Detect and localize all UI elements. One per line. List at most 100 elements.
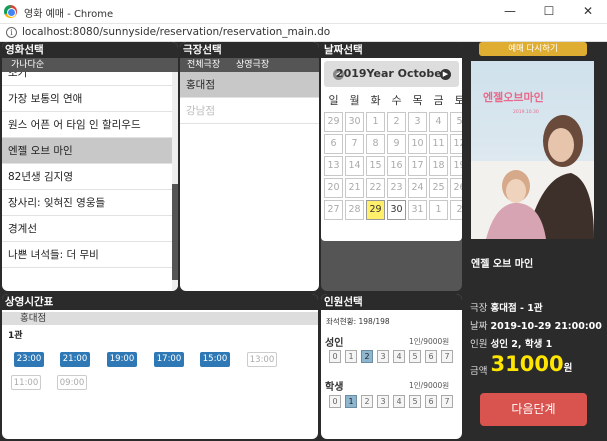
calendar-day[interactable]: 4: [429, 112, 448, 132]
sort-tab[interactable]: 가나다순: [2, 58, 178, 72]
calendar-day[interactable]: 8: [366, 134, 385, 154]
close-window-button[interactable]: ✕: [569, 0, 607, 22]
movie-item[interactable]: 경계선: [2, 216, 172, 242]
movie-list-scrollbar[interactable]: [172, 72, 178, 291]
calendar-day[interactable]: 20: [324, 178, 343, 198]
tab-showing-theaters[interactable]: 상영극장: [236, 58, 269, 72]
calendar-day[interactable]: 17: [408, 156, 427, 176]
calendar-day[interactable]: 19: [450, 156, 462, 176]
info-icon[interactable]: i: [6, 27, 17, 38]
student-count-button[interactable]: 3: [377, 395, 389, 408]
student-count-button[interactable]: 5: [409, 395, 421, 408]
showtime-button[interactable]: 23:00: [14, 352, 44, 367]
minimize-button[interactable]: —: [491, 0, 529, 22]
url-text[interactable]: localhost:8080/sunnyside/reservation/res…: [22, 26, 330, 38]
summary-amount: 금액 31000원: [470, 352, 573, 377]
student-count-button[interactable]: 0: [329, 395, 341, 408]
address-bar[interactable]: i localhost:8080/sunnyside/reservation/r…: [0, 24, 607, 42]
calendar-day[interactable]: 24: [408, 178, 427, 198]
calendar-day[interactable]: 2: [450, 200, 462, 220]
calendar-week: 29 30 1 2 3 4 5: [323, 111, 462, 133]
summary-people: 인원 성인 2, 학생 1: [470, 339, 553, 350]
movie-item-selected[interactable]: 엔젤 오브 마인: [2, 138, 172, 164]
reset-reservation-button[interactable]: 예매 다시하기: [479, 42, 587, 56]
schedule-panel-title: 상영시간표: [2, 294, 318, 310]
calendar-day[interactable]: 10: [408, 134, 427, 154]
calendar-day[interactable]: 23: [387, 178, 406, 198]
calendar-day[interactable]: 12: [450, 134, 462, 154]
calendar-day-selected[interactable]: 29: [366, 200, 385, 220]
calendar-day[interactable]: 30: [387, 200, 406, 220]
calendar-day[interactable]: 6: [324, 134, 343, 154]
movie-item[interactable]: 장사리: 잊혀진 영웅들: [2, 190, 172, 216]
screen-label: 1관: [8, 331, 23, 341]
theater-item[interactable]: 강남점: [180, 98, 319, 124]
calendar-day[interactable]: 13: [324, 156, 343, 176]
adult-count-button[interactable]: 7: [441, 350, 453, 363]
theater-item-selected[interactable]: 홍대점: [180, 72, 319, 98]
calendar-day[interactable]: 1: [366, 112, 385, 132]
student-count-button[interactable]: 2: [361, 395, 373, 408]
schedule-panel: 상영시간표 홍대점 1관 23:00 21:00 19:00 17:00 15:…: [2, 294, 318, 439]
adult-count-button[interactable]: 5: [409, 350, 421, 363]
next-step-button[interactable]: 다음단계: [480, 393, 587, 426]
calendar-day[interactable]: 1: [429, 200, 448, 220]
seat-status: 좌석현황: 198/198: [326, 317, 390, 326]
calendar-day[interactable]: 5: [450, 112, 462, 132]
showtime-button[interactable]: 19:00: [107, 352, 137, 367]
tab-all-theaters[interactable]: 전체극장: [187, 58, 220, 72]
student-price: 1인/9000원: [409, 381, 450, 390]
movie-poster: 엔젤오브마인 2019.10.30: [471, 61, 594, 239]
calendar-day[interactable]: 26: [450, 178, 462, 198]
adult-count-button[interactable]: 4: [393, 350, 405, 363]
movie-panel: 영화선택 가나다순 조커 가장 보통의 연애 원스 어픈 어 타임 인 할리우드…: [2, 42, 178, 291]
weekday-header: 일 월 화 수 목 금 토: [323, 91, 462, 111]
student-count-button[interactable]: 7: [441, 395, 453, 408]
calendar-header: ◀ 2019Year October ▶: [324, 61, 459, 87]
summary-date: 날짜 2019-10-29 21:00:00: [470, 321, 602, 332]
calendar-day[interactable]: 15: [366, 156, 385, 176]
movie-item[interactable]: 82년생 김지영: [2, 164, 172, 190]
calendar-day[interactable]: 28: [345, 200, 364, 220]
amount-value: 31000: [490, 352, 564, 376]
adult-count-button[interactable]: 2: [361, 350, 373, 363]
showtime-button[interactable]: 17:00: [154, 352, 184, 367]
showtime-button-disabled[interactable]: 09:00: [57, 375, 87, 390]
calendar-day[interactable]: 14: [345, 156, 364, 176]
calendar-day[interactable]: 29: [324, 112, 343, 132]
calendar-day[interactable]: 31: [408, 200, 427, 220]
movie-item[interactable]: 나쁜 녀석들: 더 무비: [2, 242, 172, 268]
showtime-button-disabled[interactable]: 13:00: [247, 352, 277, 367]
calendar-day[interactable]: 2: [387, 112, 406, 132]
movie-item[interactable]: 원스 어픈 어 타임 인 할리우드: [2, 112, 172, 138]
calendar-day[interactable]: 18: [429, 156, 448, 176]
calendar-day[interactable]: 7: [345, 134, 364, 154]
student-count-button[interactable]: 4: [393, 395, 405, 408]
weekday-label: 화: [370, 94, 381, 107]
calendar-day[interactable]: 9: [387, 134, 406, 154]
movie-item[interactable]: 조커: [2, 72, 172, 86]
calendar-day[interactable]: 3: [408, 112, 427, 132]
calendar-day[interactable]: 22: [366, 178, 385, 198]
calendar-day[interactable]: 11: [429, 134, 448, 154]
next-month-icon[interactable]: ▶: [440, 69, 451, 80]
maximize-button[interactable]: ☐: [530, 0, 568, 22]
movie-item[interactable]: 가장 보통의 연애: [2, 86, 172, 112]
calendar-day[interactable]: 27: [324, 200, 343, 220]
student-count-button[interactable]: 1: [345, 395, 357, 408]
adult-count-button[interactable]: 0: [329, 350, 341, 363]
calendar-day[interactable]: 25: [429, 178, 448, 198]
showtime-button[interactable]: 21:00: [60, 352, 90, 367]
calendar-day[interactable]: 30: [345, 112, 364, 132]
weekday-label: 일: [328, 94, 339, 107]
student-count-button[interactable]: 6: [425, 395, 437, 408]
calendar-day[interactable]: 16: [387, 156, 406, 176]
showtime-button[interactable]: 15:00: [200, 352, 230, 367]
adult-count-button[interactable]: 3: [377, 350, 389, 363]
weekday-label: 월: [349, 94, 360, 107]
date-panel: 날짜선택 ◀ 2019Year October ▶ 일 월 화 수 목 금 토 …: [321, 42, 462, 291]
showtime-button-disabled[interactable]: 11:00: [11, 375, 41, 390]
adult-count-button[interactable]: 1: [345, 350, 357, 363]
calendar-day[interactable]: 21: [345, 178, 364, 198]
adult-count-button[interactable]: 6: [425, 350, 437, 363]
